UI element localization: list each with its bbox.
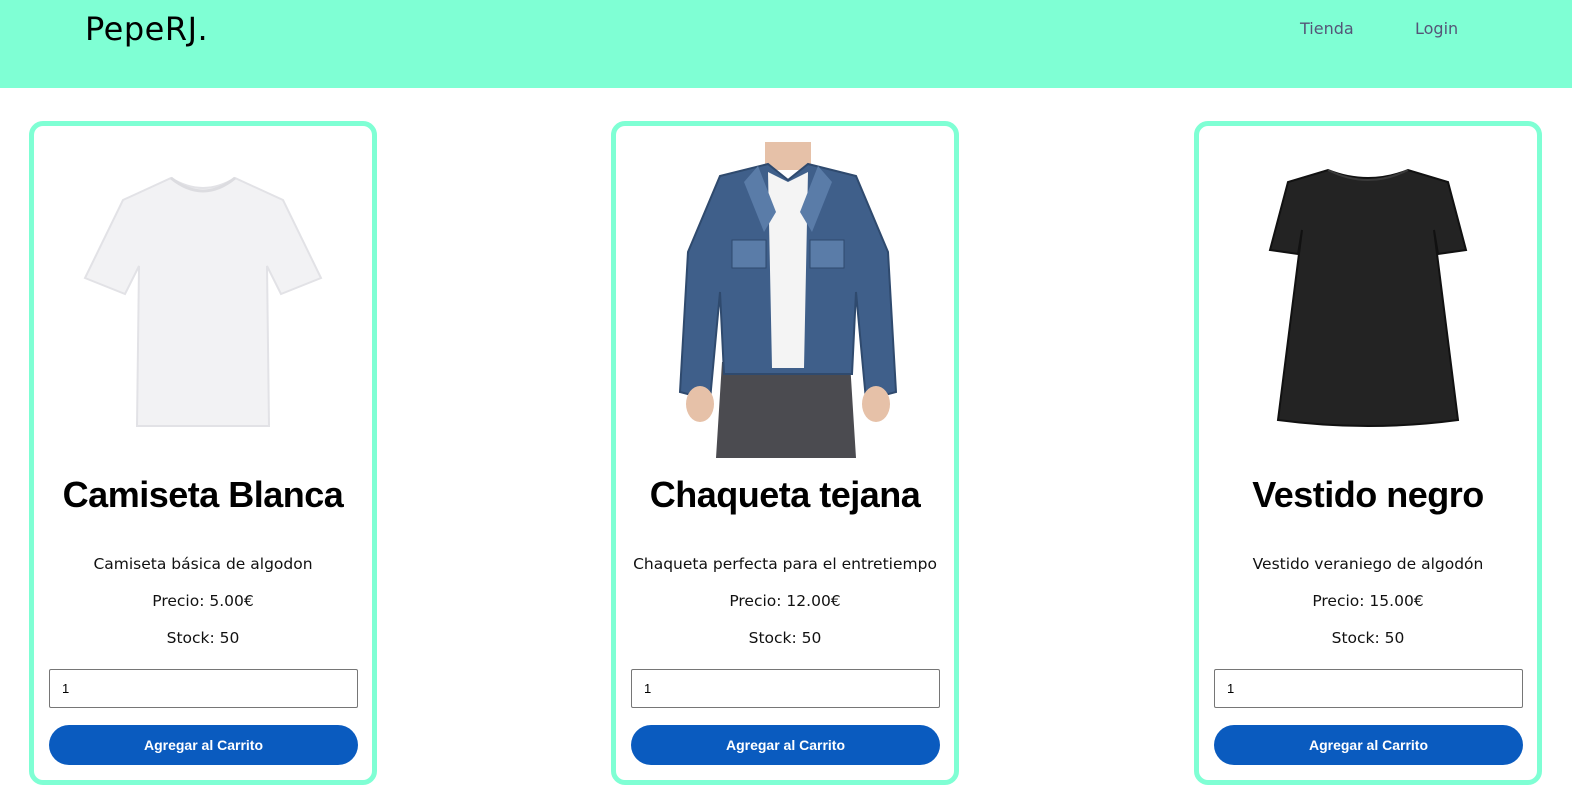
product-card: Camiseta Blanca Camiseta básica de algod…: [29, 121, 377, 785]
add-to-cart-button[interactable]: Agregar al Carrito: [49, 725, 358, 765]
product-stock: Stock: 50: [748, 629, 822, 647]
product-description: Vestido veraniego de algodón: [1252, 555, 1484, 573]
nav-link-login[interactable]: Login: [1415, 19, 1458, 38]
product-card: Chaqueta tejana Chaqueta perfecta para e…: [611, 121, 959, 785]
white-tshirt-image: [83, 176, 323, 427]
product-description: Chaqueta perfecta para el entretiempo: [633, 555, 937, 573]
product-title: Camiseta Blanca: [62, 474, 344, 515]
brand-logo[interactable]: PepeRJ.: [85, 10, 208, 48]
quantity-input[interactable]: [631, 669, 940, 708]
product-price: Precio: 12.00€: [729, 592, 841, 610]
top-navbar: PepeRJ. Tienda Login: [0, 0, 1572, 88]
product-image: [616, 140, 954, 460]
add-to-cart-button[interactable]: Agregar al Carrito: [631, 725, 940, 765]
nav-link-tienda[interactable]: Tienda: [1300, 19, 1354, 38]
product-title: Vestido negro: [1252, 474, 1484, 515]
quantity-input[interactable]: [1214, 669, 1523, 708]
product-title: Chaqueta tejana: [649, 474, 921, 515]
product-stock: Stock: 50: [1331, 629, 1405, 647]
black-dress-image: [1268, 168, 1468, 427]
add-to-cart-button[interactable]: Agregar al Carrito: [1214, 725, 1523, 765]
product-image: [1199, 140, 1537, 460]
product-stock: Stock: 50: [166, 629, 240, 647]
product-price: Precio: 15.00€: [1312, 592, 1424, 610]
product-price: Precio: 5.00€: [152, 592, 254, 610]
product-card: Vestido negro Vestido veraniego de algod…: [1194, 121, 1542, 785]
product-image: [34, 140, 372, 460]
denim-jacket-image: [678, 142, 898, 458]
quantity-input[interactable]: [49, 669, 358, 708]
product-description: Camiseta básica de algodon: [93, 555, 313, 573]
